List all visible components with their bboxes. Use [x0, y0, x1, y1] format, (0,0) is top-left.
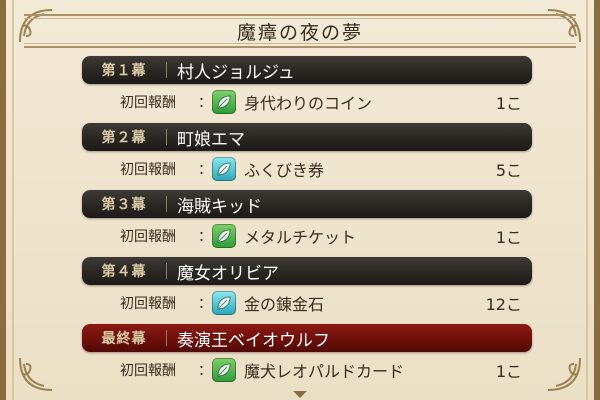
boss-name: 村人ジョルジュ — [177, 62, 295, 83]
reward-item-name: 金の錬金石 — [244, 295, 325, 314]
reward-item-name: 魔犬レオパルドカード — [244, 362, 405, 381]
page-title: 魔瘴の夜の夢 — [236, 21, 363, 44]
reward-label: 初回報酬 — [120, 296, 176, 312]
reward-colon: ： — [198, 229, 212, 245]
ornament-corner-icon — [544, 354, 584, 394]
reward-colon: ： — [198, 95, 212, 111]
reward-row: 初回報酬 ： 身代わりのコイン 1こ — [82, 84, 532, 120]
act-label: 第２幕 — [101, 130, 147, 146]
divider — [166, 263, 167, 279]
reward-row: 初回報酬 ： 魔犬レオパルドカード 1こ — [82, 352, 532, 388]
green-leaf-icon — [212, 358, 236, 382]
act-header[interactable]: 第２幕 町娘エマ — [82, 123, 532, 151]
cyan-leaf-icon — [212, 291, 236, 315]
boss-name: 奏演王ベイオウルフ — [177, 330, 330, 351]
title-bar: 魔瘴の夜の夢 — [24, 14, 576, 48]
reward-label: 初回報酬 — [120, 95, 176, 111]
reward-item-name: メタルチケット — [244, 228, 357, 247]
reward-quantity: 1こ — [495, 362, 522, 381]
reward-label: 初回報酬 — [120, 229, 176, 245]
reward-panel: 魔瘴の夜の夢 第１幕 村人ジョルジュ 初回報酬 ： 身代わりのコイン 1こ 第２… — [0, 0, 600, 400]
reward-row: 初回報酬 ： 金の錬金石 12こ — [82, 285, 532, 321]
reward-row: 初回報酬 ： ふくびき券 5こ — [82, 151, 532, 187]
divider — [166, 129, 167, 145]
list-item-act-4[interactable]: 第４幕 魔女オリビア 初回報酬 ： 金の錬金石 12こ — [82, 257, 532, 324]
boss-name: 魔女オリビア — [177, 263, 279, 284]
list-item-act-1[interactable]: 第１幕 村人ジョルジュ 初回報酬 ： 身代わりのコイン 1こ — [82, 56, 532, 123]
list-item-act-2[interactable]: 第２幕 町娘エマ 初回報酬 ： ふくびき券 5こ — [82, 123, 532, 190]
scroll-down-icon[interactable] — [293, 391, 307, 398]
green-leaf-icon — [212, 224, 236, 248]
cyan-leaf-icon — [212, 157, 236, 181]
reward-item-name: ふくびき券 — [244, 161, 325, 180]
act-header[interactable]: 第３幕 海賊キッド — [82, 190, 532, 218]
reward-list[interactable]: 第１幕 村人ジョルジュ 初回報酬 ： 身代わりのコイン 1こ 第２幕 町娘エマ … — [82, 56, 532, 391]
act-header[interactable]: 最終幕 奏演王ベイオウルフ — [82, 324, 532, 352]
boss-name: 町娘エマ — [177, 129, 245, 150]
divider — [166, 196, 167, 212]
reward-item-name: 身代わりのコイン — [244, 94, 373, 113]
act-label: 第３幕 — [101, 197, 147, 213]
reward-quantity: 12こ — [485, 295, 522, 314]
reward-colon: ： — [198, 162, 212, 178]
list-item-act-5[interactable]: 最終幕 奏演王ベイオウルフ 初回報酬 ： 魔犬レオパルドカード 1こ — [82, 324, 532, 391]
act-label: 第１幕 — [101, 63, 147, 79]
reward-row: 初回報酬 ： メタルチケット 1こ — [82, 218, 532, 254]
act-header[interactable]: 第１幕 村人ジョルジュ — [82, 56, 532, 84]
reward-colon: ： — [198, 363, 212, 379]
divider — [166, 62, 167, 78]
green-leaf-icon — [212, 90, 236, 114]
reward-colon: ： — [198, 296, 212, 312]
reward-quantity: 1こ — [495, 94, 522, 113]
reward-label: 初回報酬 — [120, 162, 176, 178]
act-label: 第４幕 — [101, 264, 147, 280]
divider — [166, 330, 167, 346]
boss-name: 海賊キッド — [177, 196, 262, 217]
act-header[interactable]: 第４幕 魔女オリビア — [82, 257, 532, 285]
reward-label: 初回報酬 — [120, 363, 176, 379]
list-item-act-3[interactable]: 第３幕 海賊キッド 初回報酬 ： メタルチケット 1こ — [82, 190, 532, 257]
act-label: 最終幕 — [101, 331, 147, 347]
reward-quantity: 1こ — [495, 228, 522, 247]
ornament-corner-icon — [16, 354, 56, 394]
reward-quantity: 5こ — [495, 161, 522, 180]
